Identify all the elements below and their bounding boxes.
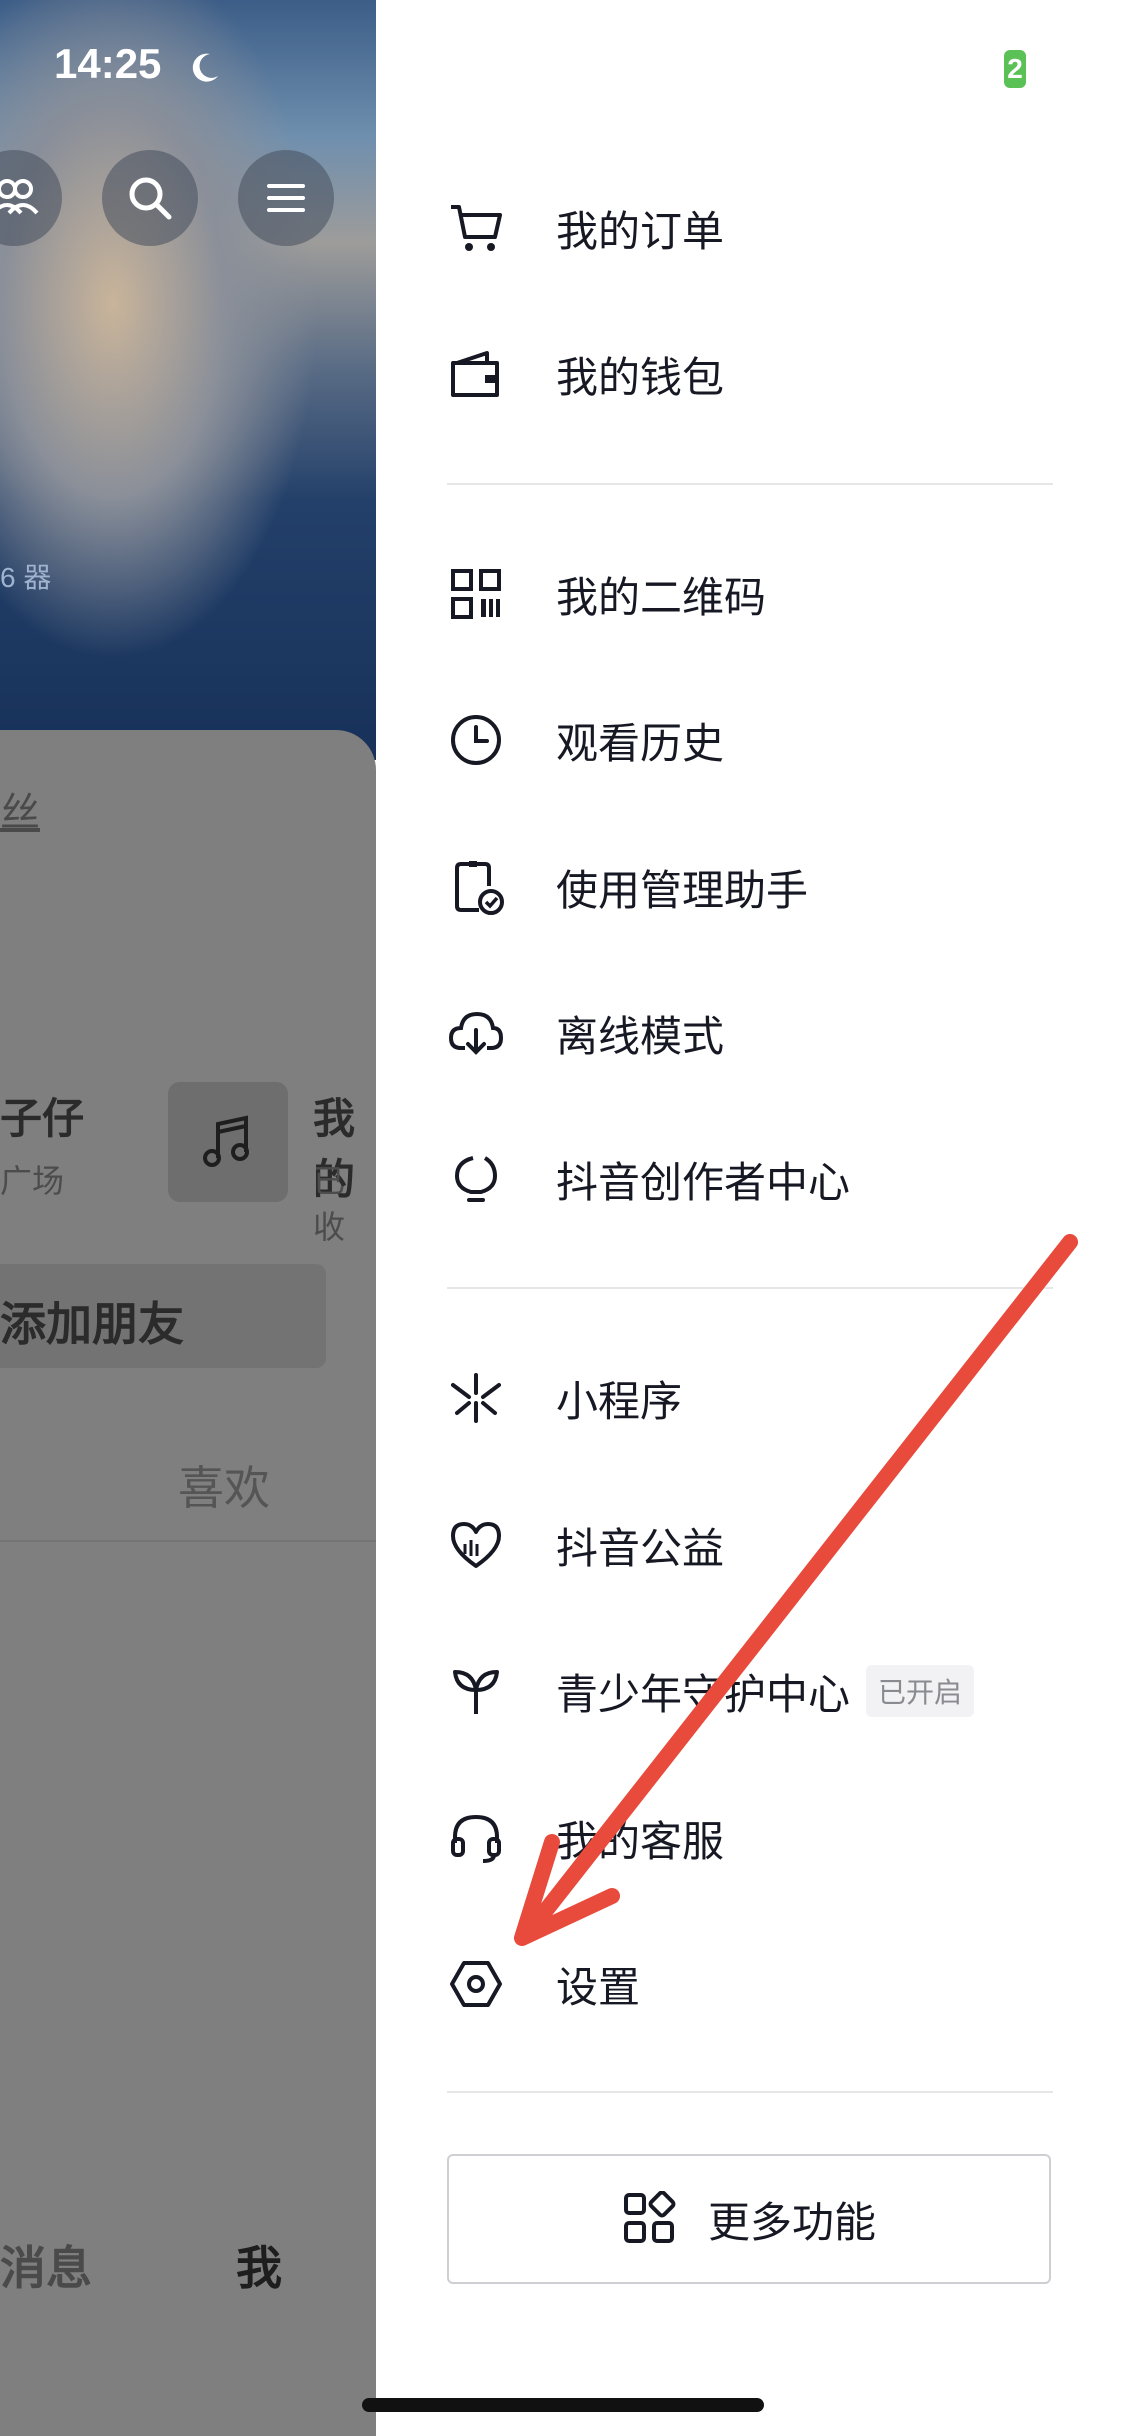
lightbulb-icon (446, 1149, 506, 1209)
search-button[interactable] (102, 150, 198, 246)
music-tile[interactable] (168, 1082, 288, 1202)
qr-code-icon (446, 564, 506, 624)
menu-label: 使用管理助手 (556, 865, 809, 915)
friend-sub-fragment: 广场 (0, 1163, 65, 1199)
menu-divider (447, 2091, 1053, 2093)
headset-icon (446, 1808, 506, 1868)
mini-program-icon (446, 1368, 506, 1428)
menu-label: 离线模式 (556, 1011, 725, 1061)
background-profile-page: 14:25 6 器 丝 子仔 广场 我的 已收 添加朋友 喜欢 消息 我 (0, 0, 376, 2436)
fans-link-fragment[interactable]: 丝 (0, 780, 40, 838)
clock-icon (446, 710, 506, 770)
tab-divider (0, 1540, 376, 1542)
music-note-icon (203, 1115, 249, 1167)
menu-label: 抖音创作者中心 (556, 1157, 851, 1207)
search-icon (129, 177, 172, 220)
menu-item-settings[interactable]: 设置 (446, 1924, 1066, 2044)
menu-label: 抖音公益 (556, 1523, 725, 1573)
menu-item-charity[interactable]: 抖音公益 (446, 1485, 1066, 1605)
status-badge: 已开启 (866, 1665, 975, 1717)
menu-label: 小程序 (556, 1376, 683, 1426)
friend-name-fragment: 子仔 (0, 1095, 85, 1142)
profile-header-background (0, 0, 376, 760)
menu-label: 青少年守护中心 (556, 1669, 851, 1719)
grid-icon (623, 2191, 676, 2243)
menu-label: 我的客服 (556, 1816, 725, 1866)
menu-item-customer-service[interactable]: 我的客服 (446, 1778, 1066, 1898)
menu-label: 设置 (556, 1962, 641, 2012)
hamburger-icon (267, 184, 305, 212)
cart-icon (446, 198, 506, 258)
nav-messages[interactable]: 消息 (0, 2232, 92, 2298)
music-sub-fragment: 已收 (313, 1163, 346, 1245)
friends-icon (0, 179, 39, 215)
home-indicator (362, 2398, 764, 2412)
more-features-label: 更多功能 (707, 2197, 876, 2247)
menu-label: 观看历史 (556, 718, 725, 768)
menu-item-watch-history[interactable]: 观看历史 (446, 680, 1066, 800)
menu-divider (447, 483, 1053, 485)
sprout-icon (446, 1661, 506, 1721)
profile-id-fragment: 6 器 (0, 562, 52, 593)
menu-label: 我的订单 (556, 206, 725, 256)
menu-label: 我的二维码 (556, 572, 767, 622)
settings-hexagon-icon (446, 1954, 506, 2014)
cloud-download-icon (446, 1003, 506, 1063)
status-time: 14:25 (54, 40, 162, 87)
more-features-button[interactable]: 更多功能 (447, 2154, 1051, 2284)
add-friend-label: 添加朋友 (0, 1298, 184, 1350)
menu-item-mini-programs[interactable]: 小程序 (446, 1338, 1066, 1458)
menu-item-wallet[interactable]: 我的钱包 (446, 314, 1066, 434)
menu-item-usage-assistant[interactable]: 使用管理助手 (446, 827, 1066, 947)
phone-check-icon (446, 857, 506, 917)
menu-button[interactable] (238, 150, 334, 246)
tab-likes[interactable]: 喜欢 (178, 1452, 270, 1518)
menu-label: 我的钱包 (556, 352, 725, 402)
profile-card (0, 730, 376, 2436)
menu-item-orders[interactable]: 我的订单 (446, 168, 1066, 288)
charity-heart-icon (446, 1515, 506, 1575)
battery-indicator: 2 (1004, 50, 1026, 88)
menu-divider (447, 1287, 1053, 1289)
menu-item-creator-center[interactable]: 抖音创作者中心 (446, 1119, 1066, 1239)
nav-me[interactable]: 我 (236, 2232, 282, 2298)
wallet-icon (446, 344, 506, 404)
menu-item-offline-mode[interactable]: 离线模式 (446, 973, 1066, 1093)
moon-icon (192, 53, 218, 82)
menu-item-qr-code[interactable]: 我的二维码 (446, 534, 1066, 654)
menu-item-youth-protection[interactable]: 青少年守护中心 已开启 (446, 1631, 1066, 1751)
